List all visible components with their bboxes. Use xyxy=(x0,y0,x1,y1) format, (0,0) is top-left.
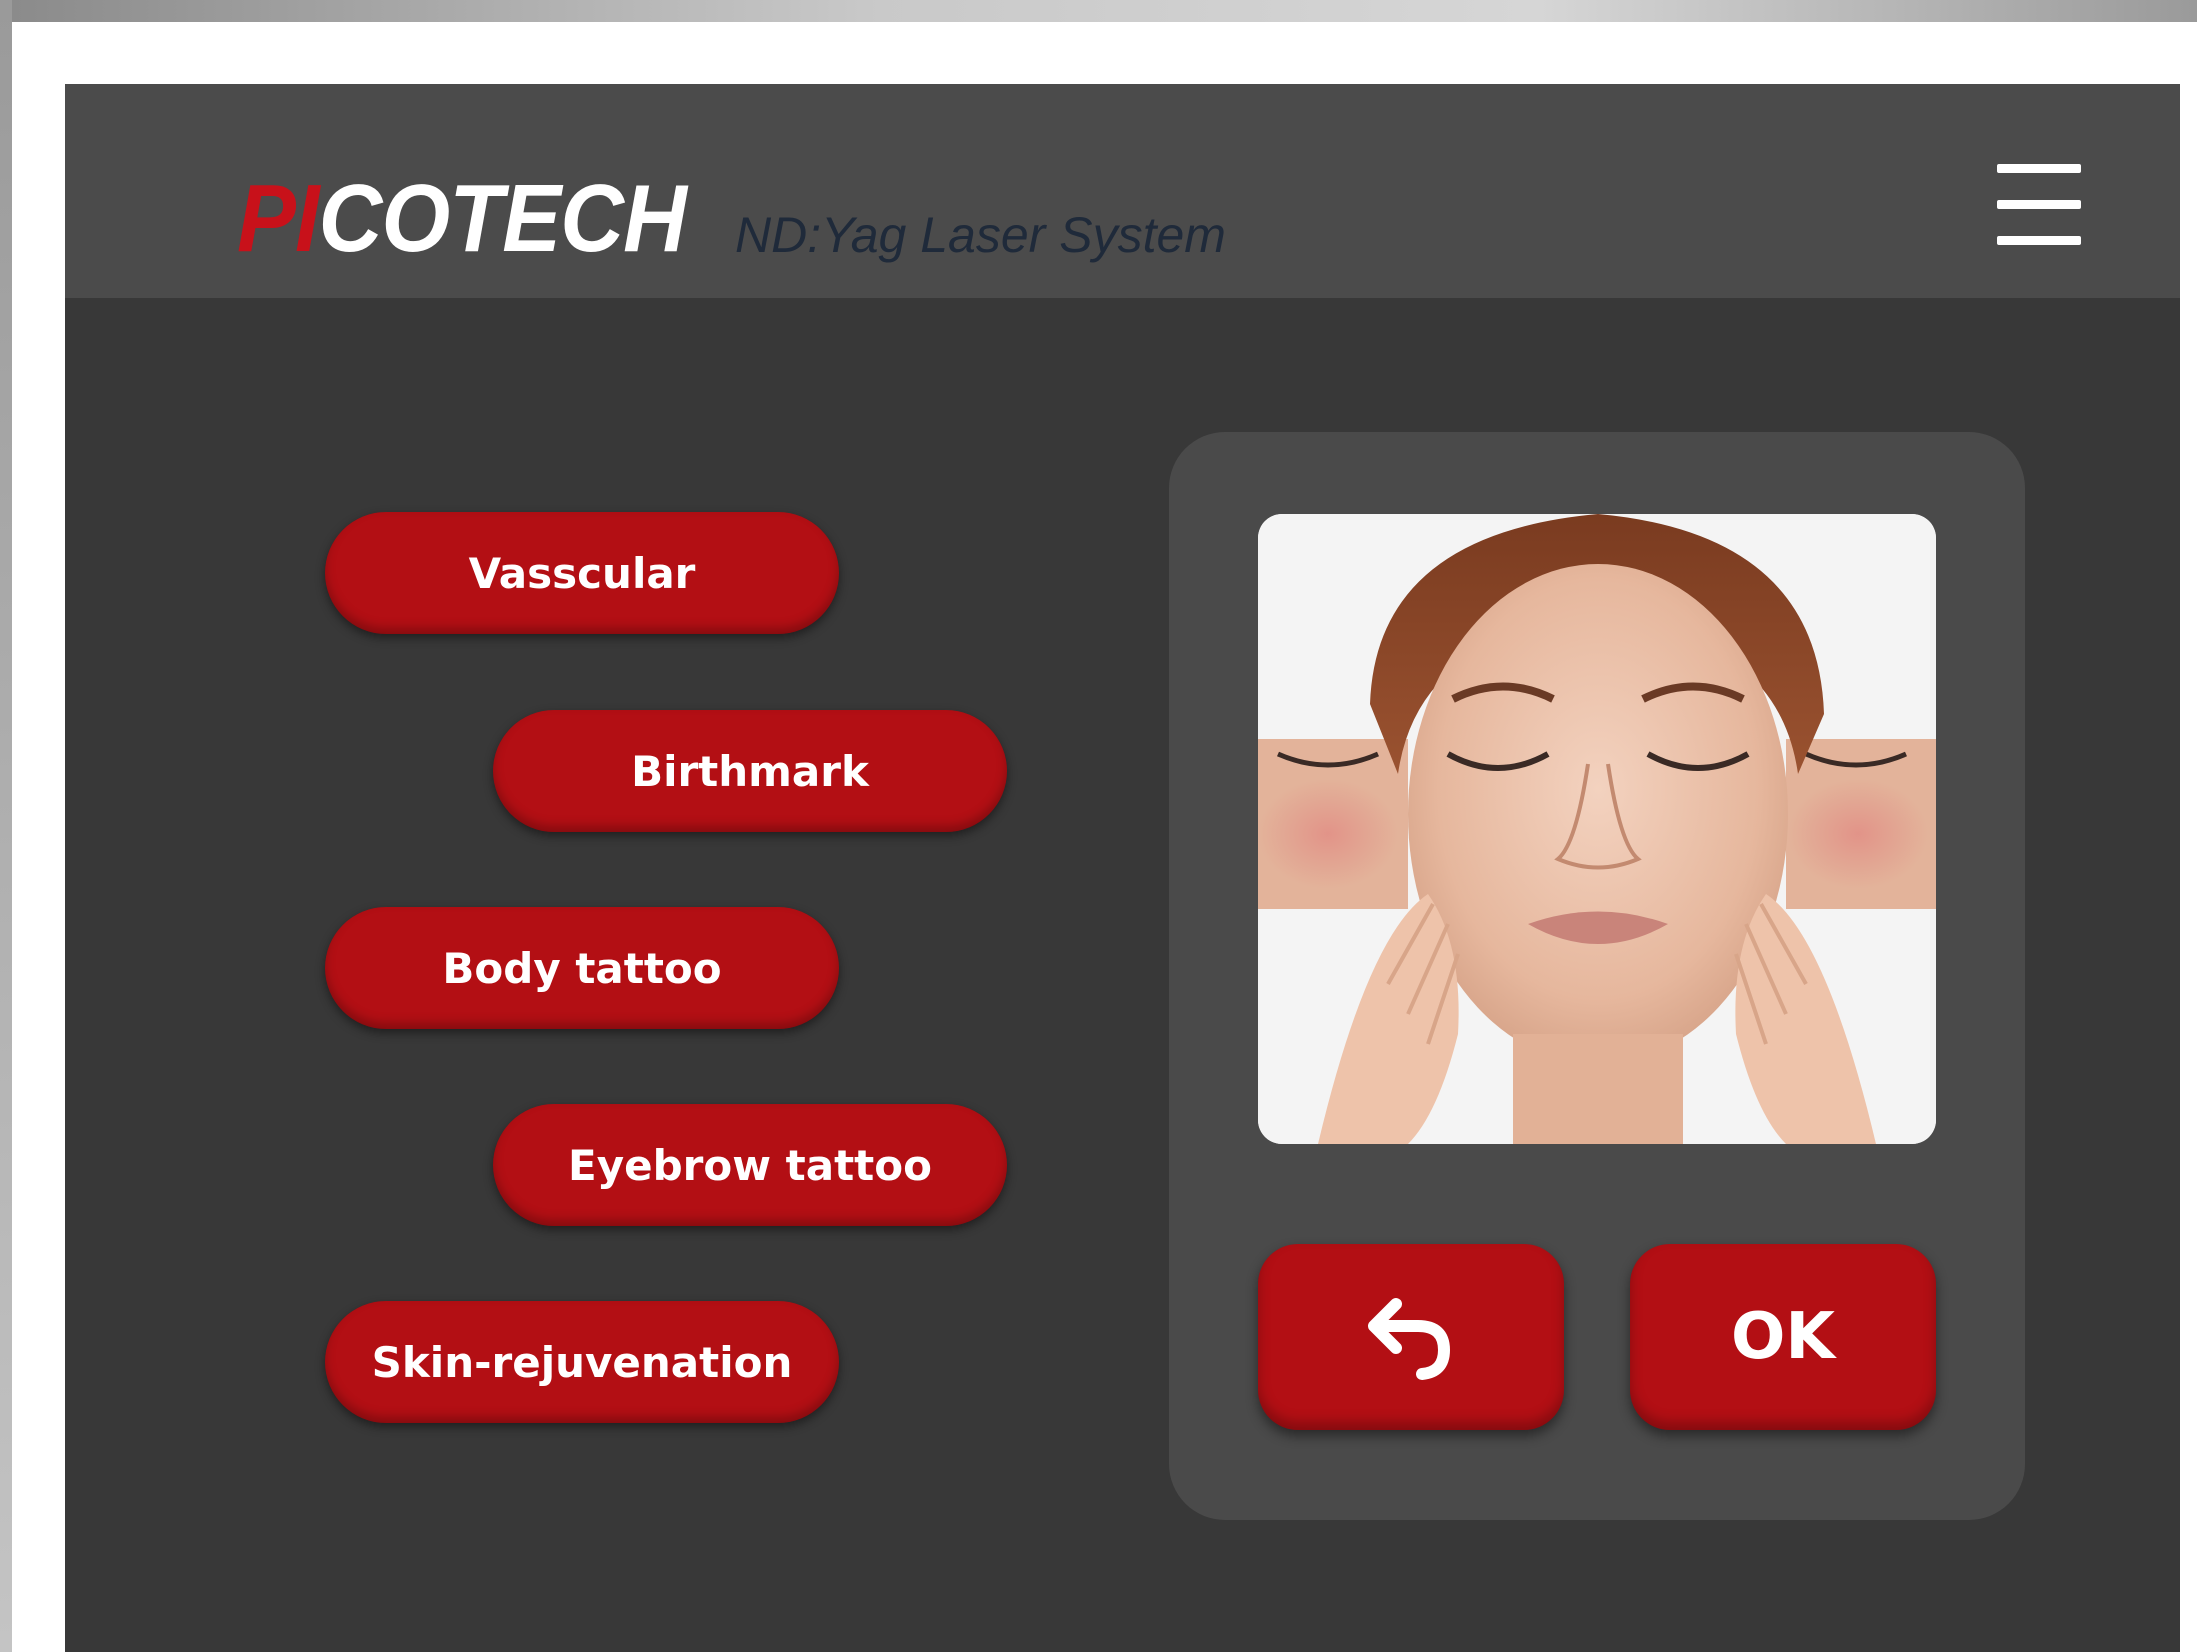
back-button[interactable] xyxy=(1258,1244,1564,1430)
treatment-preview-image xyxy=(1258,514,1936,1144)
treatment-button-birthmark[interactable]: Birthmark xyxy=(493,710,1007,832)
brand-logo-name: COTECH xyxy=(318,165,687,272)
hamburger-menu-icon[interactable] xyxy=(1993,160,2085,250)
treatment-button-vascular[interactable]: Vasscular xyxy=(325,512,839,634)
ok-button[interactable]: OK xyxy=(1630,1244,1936,1430)
brand-logo-prefix: PI xyxy=(237,165,320,272)
frame-top-bezel xyxy=(0,0,2197,22)
ok-button-label: OK xyxy=(1731,1300,1835,1374)
undo-arrow-icon xyxy=(1368,1298,1451,1380)
device-frame: PICOTECH ND:Yag Laser System Vasscular B… xyxy=(0,0,2197,1652)
preview-panel: OK xyxy=(1169,432,2025,1520)
treatment-button-eyebrow-tattoo[interactable]: Eyebrow tattoo xyxy=(493,1104,1007,1226)
system-subtitle: ND:Yag Laser System xyxy=(735,207,1226,263)
brand-logo: PICOTECH xyxy=(237,164,687,274)
treatment-button-body-tattoo[interactable]: Body tattoo xyxy=(325,907,839,1029)
header-bar: PICOTECH ND:Yag Laser System xyxy=(65,84,2180,298)
touch-screen: PICOTECH ND:Yag Laser System Vasscular B… xyxy=(65,84,2180,1652)
treatment-button-skin-rejuvenation[interactable]: Skin-rejuvenation xyxy=(325,1301,839,1423)
frame-left-bezel xyxy=(0,0,12,1652)
